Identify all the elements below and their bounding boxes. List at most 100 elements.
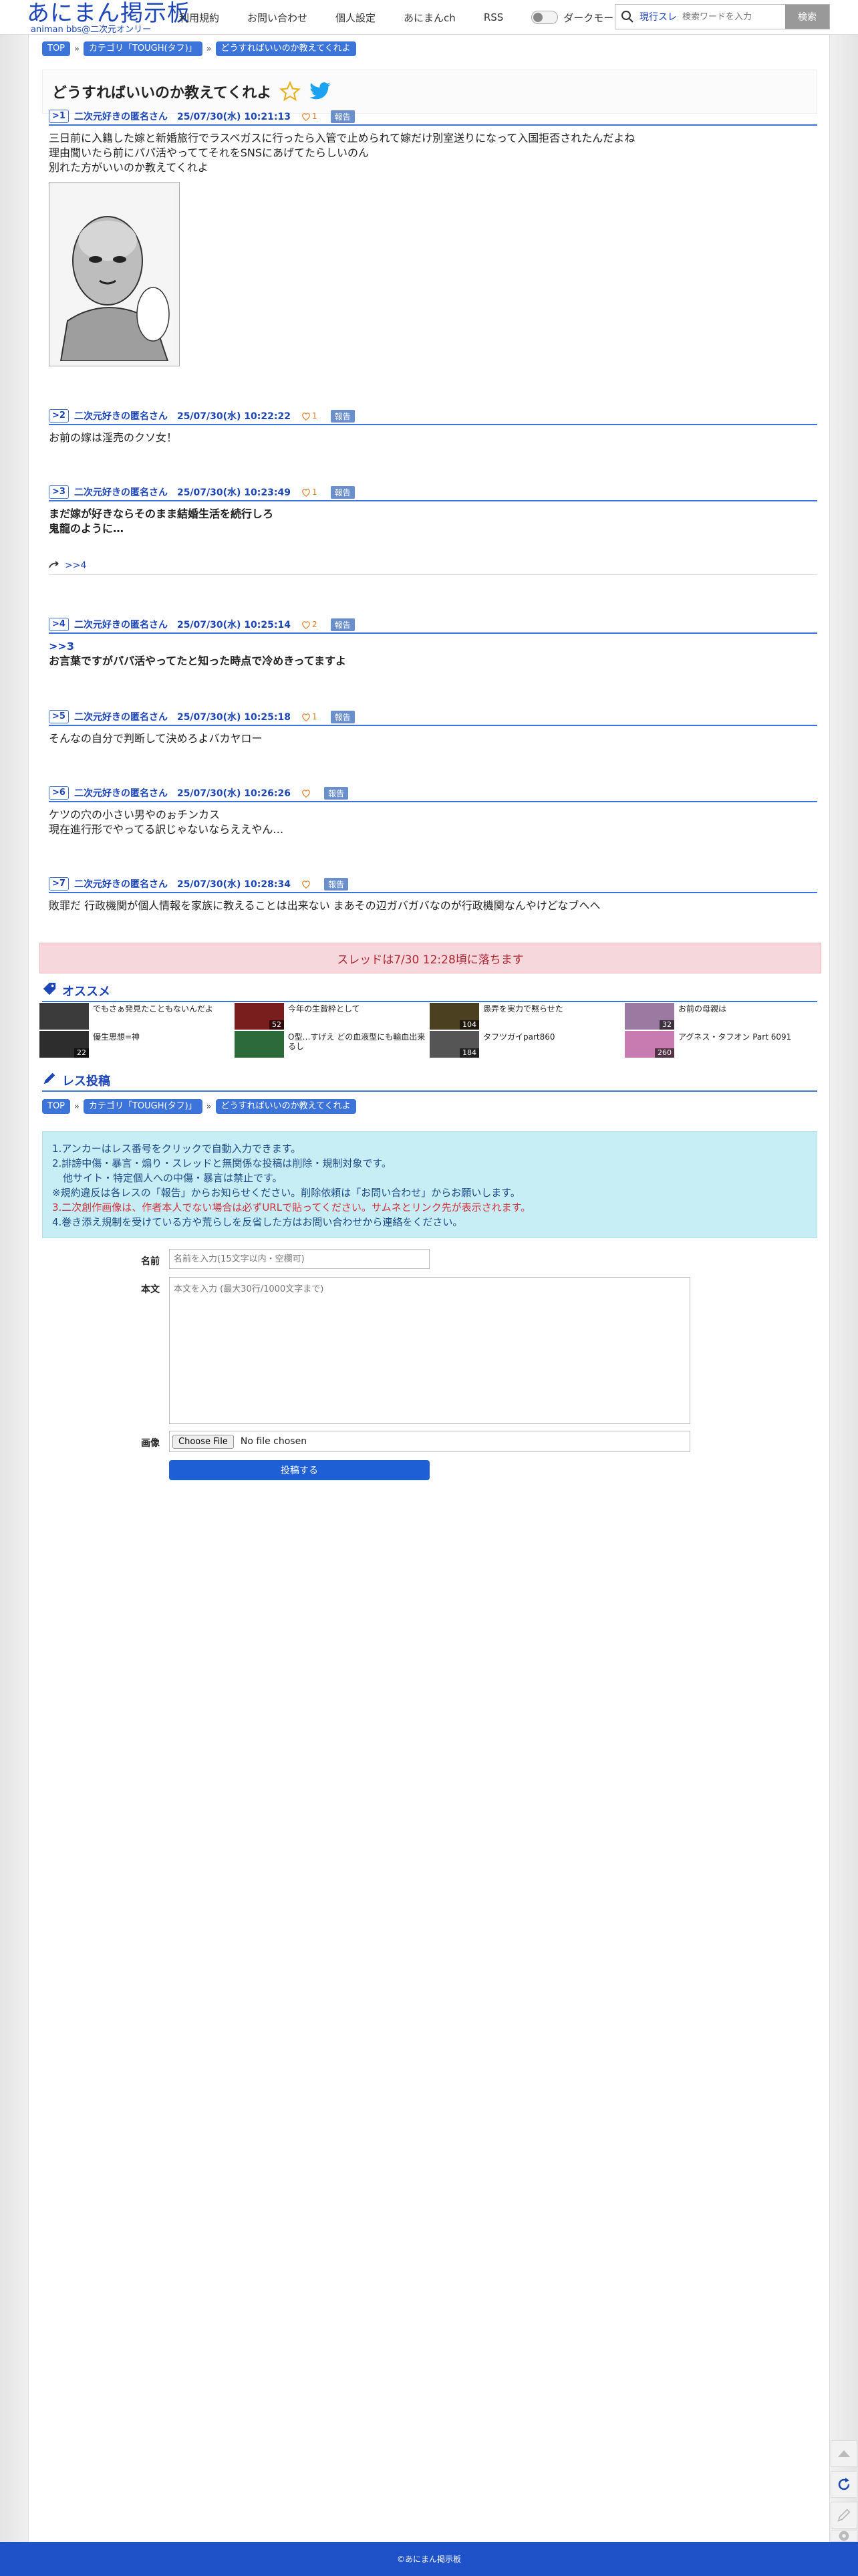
name-input[interactable]	[169, 1249, 430, 1269]
toggle-switch[interactable]	[531, 11, 559, 24]
settings-button[interactable]	[831, 2530, 857, 2542]
reply-form-title: レス投稿	[62, 1074, 110, 1088]
site-header: あにまん掲示板 animan bbs@二次元オンリー 利用規約 お問い合わせ 個…	[0, 0, 858, 35]
post-author: 二次元好きの匿名さん	[74, 712, 168, 723]
nav-personal-settings[interactable]: 個人設定	[335, 11, 376, 25]
logo-title[interactable]: あにまん掲示板	[27, 1, 190, 25]
report-button[interactable]: 報告	[330, 485, 355, 499]
post-number[interactable]: >2	[49, 409, 69, 423]
anchor-link[interactable]: >>3	[49, 639, 817, 654]
recommend-thumbnail[interactable]	[39, 1003, 89, 1030]
report-button[interactable]: 報告	[330, 618, 355, 631]
nav-rss[interactable]: RSS	[484, 11, 503, 23]
recommend-item[interactable]: O型…すげえ どの血液型にも輸血出来るし	[235, 1031, 430, 1058]
report-button[interactable]: 報告	[330, 409, 355, 423]
submit-post-button[interactable]: 投稿する	[169, 1460, 430, 1480]
post-number[interactable]: >7	[49, 877, 69, 891]
recommend-thumbnail[interactable]: 52	[235, 1003, 284, 1030]
nav-animanch[interactable]: あにまんch	[404, 11, 456, 25]
reply-count-badge: 260	[655, 1048, 674, 1058]
like-button[interactable]: 1	[301, 411, 317, 421]
like-button[interactable]: 1	[301, 487, 317, 497]
post-date: 25/07/30(水) 10:28:34	[176, 879, 291, 890]
recommend-thumbnail[interactable]: 22	[39, 1031, 89, 1058]
like-button[interactable]: 1	[301, 112, 317, 121]
post-date: 25/07/30(水) 10:26:26	[176, 788, 291, 799]
image-file-input[interactable]: Choose File No file chosen	[169, 1431, 690, 1452]
recommend-title-link[interactable]: アグネス・タフオン Part 6091	[678, 1032, 791, 1042]
favorite-star-icon[interactable]	[279, 81, 301, 102]
post-number[interactable]: >4	[49, 618, 69, 631]
recommend-title-link[interactable]: 今年の生贄枠として	[288, 1004, 360, 1014]
top-nav: 利用規約 お問い合わせ 個人設定 あにまんch RSS ダークモード	[179, 0, 623, 35]
recommend-item[interactable]: でもさぁ発見たこともないんだよ	[39, 1003, 235, 1030]
gear-icon	[839, 2531, 849, 2541]
post-number[interactable]: >6	[49, 786, 69, 800]
recommend-thumbnail[interactable]: 184	[430, 1031, 479, 1058]
recommend-item[interactable]: 22 優生思想=神	[39, 1031, 235, 1058]
recommend-title-link[interactable]: 愚弄を実力で黙らせた	[483, 1004, 563, 1014]
reload-button[interactable]	[831, 2471, 857, 2498]
post-number[interactable]: >1	[49, 110, 69, 123]
search-input[interactable]	[682, 11, 782, 22]
recommend-item[interactable]: 104 愚弄を実力で黙らせた	[430, 1003, 625, 1030]
reply-anchor-link[interactable]: >>4	[65, 560, 86, 571]
recommend-thumbnail[interactable]: 260	[625, 1031, 674, 1058]
nav-contact[interactable]: お問い合わせ	[247, 11, 307, 25]
like-button[interactable]: 2	[301, 620, 317, 629]
post-header: >5 二次元好きの匿名さん 25/07/30(水) 10:25:18 1 報告	[49, 710, 817, 726]
body-textarea[interactable]	[169, 1277, 690, 1424]
breadcrumb-thread[interactable]: どうすればいいのか教えてくれよ	[215, 41, 356, 56]
twitter-share-icon[interactable]	[309, 82, 331, 102]
report-button[interactable]: 報告	[323, 786, 348, 800]
report-button[interactable]: 報告	[330, 710, 355, 723]
site-logo[interactable]: あにまん掲示板 animan bbs@二次元オンリー	[27, 1, 190, 35]
report-button[interactable]: 報告	[330, 110, 355, 123]
recommend-thumbnail[interactable]	[235, 1031, 284, 1058]
breadcrumb-top[interactable]: TOP	[42, 41, 71, 56]
like-count: 1	[311, 112, 317, 121]
report-button[interactable]: 報告	[323, 877, 348, 891]
like-button[interactable]	[301, 789, 311, 798]
recommend-item[interactable]: 260 アグネス・タフオン Part 6091	[625, 1031, 820, 1058]
post-line: 現在進行形でやってる訳じゃないならええやん…	[49, 823, 284, 836]
recommend-thumbnail[interactable]: 104	[430, 1003, 479, 1030]
search-mode-select[interactable]: 現行スレ	[639, 10, 677, 23]
recommend-item[interactable]: 32 お前の母親は	[625, 1003, 820, 1030]
post-2: >2 二次元好きの匿名さん 25/07/30(水) 10:22:22 1 報告 …	[49, 409, 817, 445]
search-button[interactable]: 検索	[785, 5, 829, 29]
recommend-title-link[interactable]: タフツガイpart860	[483, 1032, 555, 1042]
choose-file-button[interactable]: Choose File	[172, 1434, 234, 1449]
recommend-title-link[interactable]: でもさぁ発見たこともないんだよ	[93, 1004, 213, 1014]
post-number[interactable]: >5	[49, 710, 69, 723]
dark-mode-toggle[interactable]: ダークモード	[531, 11, 623, 25]
nav-terms[interactable]: 利用規約	[179, 11, 219, 25]
rule-line: 3.二次創作画像は、作者本人でない場合は必ずURLで貼ってください。サムネとリン…	[52, 1201, 531, 1213]
recommend-item[interactable]: 52 今年の生贄枠として	[235, 1003, 430, 1030]
post-number[interactable]: >3	[49, 485, 69, 499]
recommend-thumbnail[interactable]: 32	[625, 1003, 674, 1030]
left-background	[0, 35, 28, 2542]
scroll-top-button[interactable]	[831, 2440, 857, 2467]
like-button[interactable]: 1	[301, 712, 317, 721]
recommend-item[interactable]: 184 タフツガイpart860	[430, 1031, 625, 1058]
post-image[interactable]	[49, 182, 180, 366]
write-button[interactable]	[831, 2502, 857, 2529]
post-line: そんなの自分で判断して決めろよバカヤロー	[49, 732, 263, 745]
post-date: 25/07/30(水) 10:23:49	[176, 487, 291, 498]
recommend-title-link[interactable]: O型…すげえ どの血液型にも輸血出来るし	[288, 1032, 430, 1051]
breadcrumb-top[interactable]: TOP	[42, 1099, 71, 1114]
breadcrumb-category[interactable]: カテゴリ「TOUGH(タフ)」	[83, 1099, 202, 1114]
post-header: >2 二次元好きの匿名さん 25/07/30(水) 10:22:22 1 報告	[49, 409, 817, 425]
like-button[interactable]	[301, 880, 311, 889]
breadcrumb-thread[interactable]: どうすればいいのか教えてくれよ	[215, 1099, 356, 1114]
pencil-icon	[42, 1071, 57, 1089]
logo-subtitle: animan bbs@二次元オンリー	[31, 25, 152, 35]
post-line: お言葉ですがパパ活やってたと知った時点で冷めきってますよ	[49, 655, 346, 667]
breadcrumb-category[interactable]: カテゴリ「TOUGH(タフ)」	[83, 41, 202, 56]
reload-icon	[838, 2478, 850, 2490]
like-count: 1	[311, 411, 317, 421]
recommend-title-link[interactable]: お前の母親は	[678, 1004, 726, 1014]
recommend-title-link[interactable]: 優生思想=神	[93, 1032, 140, 1042]
post-6: >6 二次元好きの匿名さん 25/07/30(水) 10:26:26 報告 ケツ…	[49, 786, 817, 837]
